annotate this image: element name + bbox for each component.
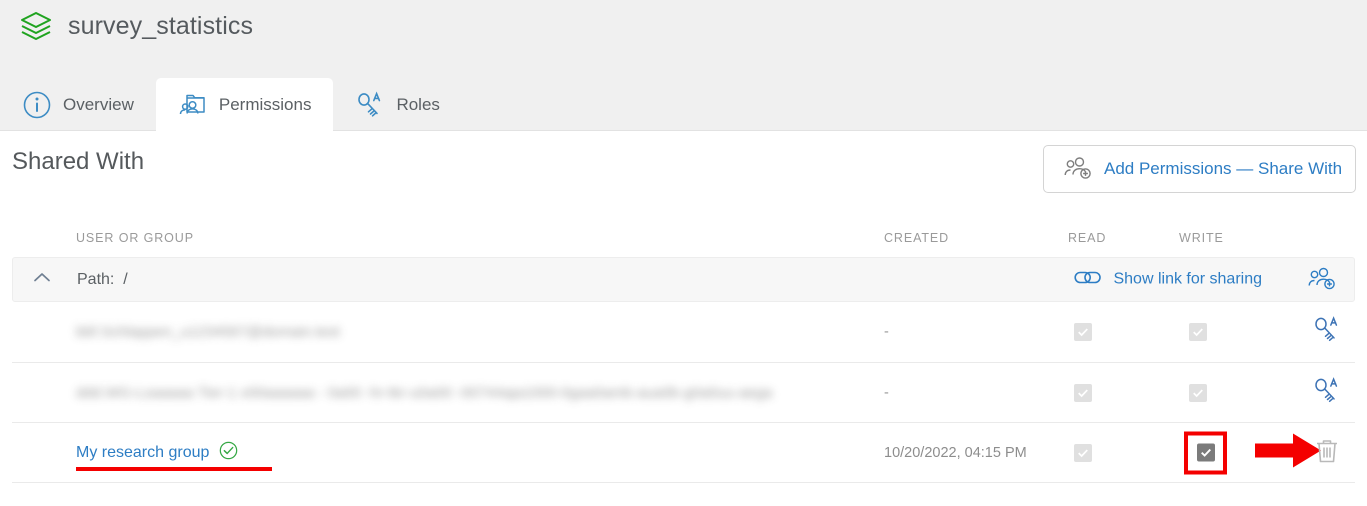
key-a-icon [355,90,385,120]
group-name-label: My research group [76,443,210,461]
link-chain-icon [1074,269,1102,290]
table-row[interactable]: ddd.WG-Lsaaaaa Tier-1 x00aaaaaa - 0a00 -… [12,362,1355,422]
path-group-row[interactable]: Path: / Show link for sharing [12,257,1355,302]
created-value: 10/20/2022, 04:15 PM [884,444,1027,461]
tab-bar: Overview Permissions Roles [0,78,462,131]
add-users-icon[interactable] [1308,264,1336,295]
read-checkbox[interactable] [1074,323,1092,341]
show-link-for-sharing-button[interactable]: Show link for sharing [1074,269,1262,290]
check-circle-icon [219,441,238,465]
tab-overview-label: Overview [63,94,134,114]
key-a-icon[interactable] [1312,315,1342,350]
app-header: survey_statistics Overview Permissions R… [0,0,1367,131]
info-circle-icon [22,90,52,120]
tab-roles-label: Roles [396,94,440,114]
add-permissions-button[interactable]: Add Permissions — Share With [1043,145,1356,193]
add-permissions-label: Add Permissions — Share With [1104,159,1343,178]
column-header-created: CREATED [884,231,950,245]
path-value: / [123,270,128,288]
section-title: Shared With [12,148,145,175]
annotation-red-underline [76,467,272,471]
table-row[interactable]: My research group 10/20/2022, 04:15 PM [12,422,1355,482]
read-checkbox[interactable] [1074,443,1092,462]
add-users-icon [1064,154,1092,185]
table-bottom-divider [12,482,1355,483]
table-row[interactable]: bbf.Schlappen_u1234567@domain.test - [12,302,1355,362]
chevron-up-icon[interactable] [31,266,53,293]
user-or-group-name: ddd.WG-Lsaaaaa Tier-1 x00aaaaaa - 0a00 -… [76,384,773,401]
column-header-write: WRITE [1179,231,1224,245]
read-checkbox[interactable] [1074,383,1092,402]
write-checkbox[interactable] [1189,323,1207,341]
key-a-icon[interactable] [1312,375,1342,410]
tab-roles[interactable]: Roles [333,78,461,131]
tab-permissions[interactable]: Permissions [155,78,334,131]
write-checkbox[interactable] [1189,383,1207,402]
user-or-group-name: bbf.Schlappen_u1234567@domain.test [76,323,340,341]
trash-icon[interactable] [1312,435,1342,470]
layers-stack-icon [18,8,54,44]
permissions-folder-users-icon [178,90,208,120]
path-label: Path: / [77,271,128,289]
column-header-user-or-group: USER OR GROUP [76,231,194,245]
page-title: survey_statistics [68,12,254,40]
show-link-for-sharing-label: Show link for sharing [1113,270,1262,288]
permissions-table: USER OR GROUP CREATED READ WRITE Path: / [0,231,1367,483]
tab-permissions-label: Permissions [218,94,312,114]
tab-overview[interactable]: Overview [0,78,156,131]
annotation-red-highlight-box [1184,431,1227,474]
title-row: survey_statistics [18,8,253,44]
created-value: - [884,324,889,340]
created-value: - [884,384,889,401]
column-header-read: READ [1068,231,1107,245]
table-column-headers: USER OR GROUP CREATED READ WRITE [0,231,1367,257]
user-or-group-name[interactable]: My research group [76,441,238,465]
write-checkbox[interactable] [1196,443,1215,462]
path-label-prefix: Path: [77,270,115,288]
